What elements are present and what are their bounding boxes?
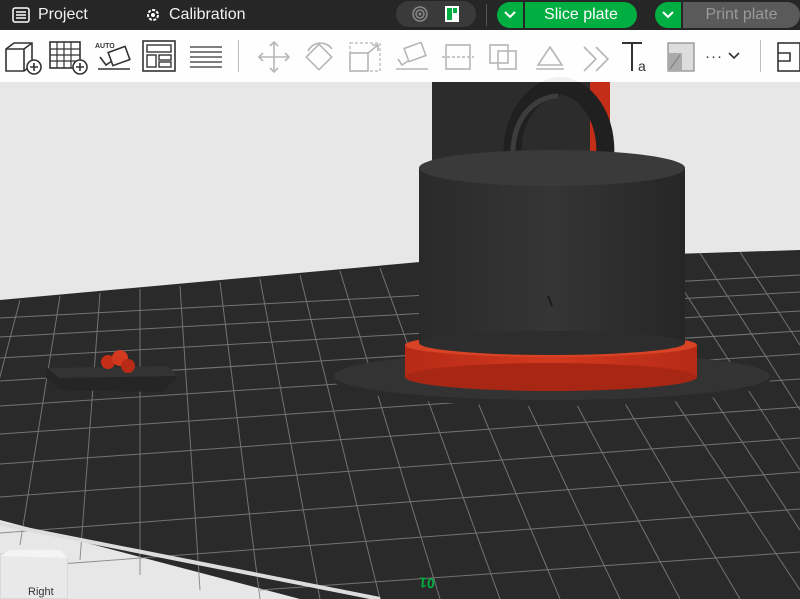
plate-number-label: 01: [418, 574, 435, 591]
add-object-button[interactable]: [2, 37, 42, 77]
chevron-down-icon: [504, 11, 516, 19]
preview-view-button[interactable]: [406, 4, 434, 24]
view-toggle: [396, 1, 476, 27]
main-toolbar: AUTO a ···: [0, 30, 800, 82]
paint-icon: [536, 45, 564, 70]
auto-orient-button[interactable]: AUTO: [94, 37, 134, 77]
move-icon: [257, 40, 291, 74]
boolean-button[interactable]: [484, 37, 524, 77]
assembly-button[interactable]: [768, 37, 800, 77]
more-tools-button[interactable]: ···: [705, 44, 740, 68]
more-tools-label: ···: [705, 47, 723, 65]
slice-plate-button[interactable]: Slice plate: [525, 2, 637, 28]
auto-orient-icon: AUTO: [95, 43, 131, 70]
support-button[interactable]: [576, 37, 616, 77]
print-plate-button[interactable]: Print plate: [683, 2, 800, 28]
arrange-icon: [142, 40, 176, 72]
measure-icon: [667, 42, 695, 72]
lay-on-face-button[interactable]: [392, 37, 432, 77]
svg-text:AUTO: AUTO: [95, 43, 115, 50]
print-dropdown-button[interactable]: [655, 2, 681, 28]
toolbar-separator: [760, 40, 761, 72]
measure-button[interactable]: [662, 37, 702, 77]
chevron-down-icon: [728, 52, 740, 60]
top-bar: Project Calibration Slice plate Print pl…: [0, 0, 800, 30]
paint-button[interactable]: [530, 37, 570, 77]
move-button[interactable]: [254, 37, 294, 77]
support-icon: [583, 46, 610, 72]
lay-on-face-icon: [396, 41, 428, 70]
tab-calibration[interactable]: Calibration: [145, 0, 245, 30]
grid-plus-icon: [49, 41, 88, 75]
split-layers-button[interactable]: [186, 37, 226, 77]
arrange-button[interactable]: [140, 37, 180, 77]
tab-calibration-label: Calibration: [169, 6, 246, 23]
toolbar-separator: [238, 40, 239, 72]
assembly-icon: [777, 42, 800, 72]
slice-dropdown-button[interactable]: [497, 2, 523, 28]
gear-icon: [147, 9, 159, 21]
layers-icon: [412, 6, 428, 22]
cut-button[interactable]: [438, 37, 478, 77]
text-icon: a: [622, 42, 646, 74]
layers-lines-icon: [190, 46, 222, 68]
3d-viewport[interactable]: 01: [0, 0, 800, 599]
tab-project[interactable]: Project: [12, 0, 88, 30]
list-icon: [12, 7, 30, 23]
scale-icon: [349, 42, 381, 72]
toolbar-divider: [486, 4, 487, 26]
prepare-view-button[interactable]: [438, 4, 466, 24]
cut-icon: [442, 44, 474, 70]
tab-project-label: Project: [38, 6, 88, 23]
svg-text:a: a: [638, 58, 646, 74]
add-plate-button[interactable]: [48, 37, 88, 77]
boolean-icon: [489, 44, 517, 70]
rotate-icon: [305, 42, 333, 71]
plate-icon: [445, 6, 459, 22]
navcube-face-label: Right: [28, 586, 54, 598]
add-cube-icon: [5, 42, 42, 75]
rotate-button[interactable]: [300, 37, 340, 77]
text-tool-button[interactable]: a: [618, 37, 658, 77]
scale-button[interactable]: [346, 37, 386, 77]
chevron-down-icon: [662, 11, 674, 19]
